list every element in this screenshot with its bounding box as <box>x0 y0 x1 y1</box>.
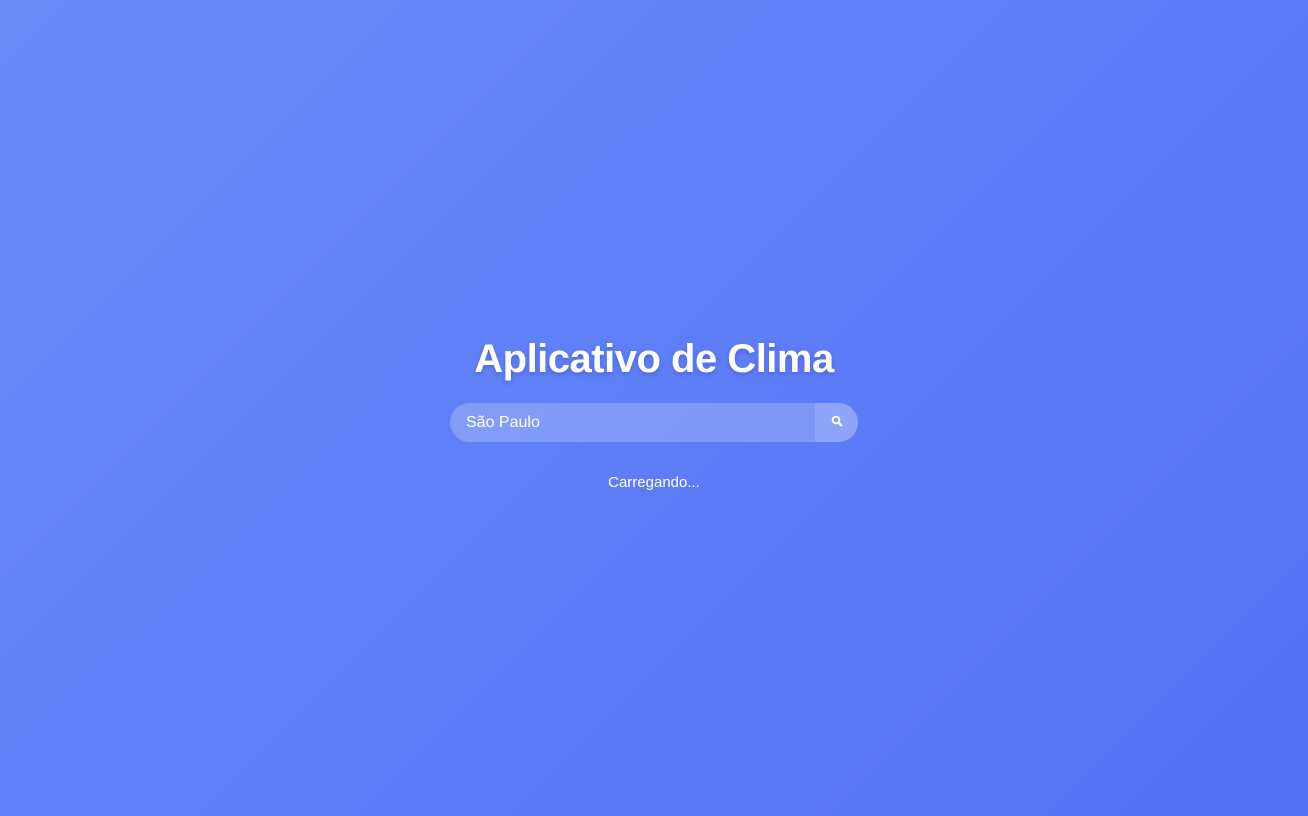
search-icon <box>831 415 843 430</box>
weather-app: Aplicativo de Clima Carregando... <box>0 0 1308 816</box>
search-input[interactable] <box>450 403 815 442</box>
loading-status: Carregando... <box>608 474 700 491</box>
search-bar <box>450 403 858 442</box>
search-button[interactable] <box>815 403 858 442</box>
page-title: Aplicativo de Clima <box>474 337 834 381</box>
